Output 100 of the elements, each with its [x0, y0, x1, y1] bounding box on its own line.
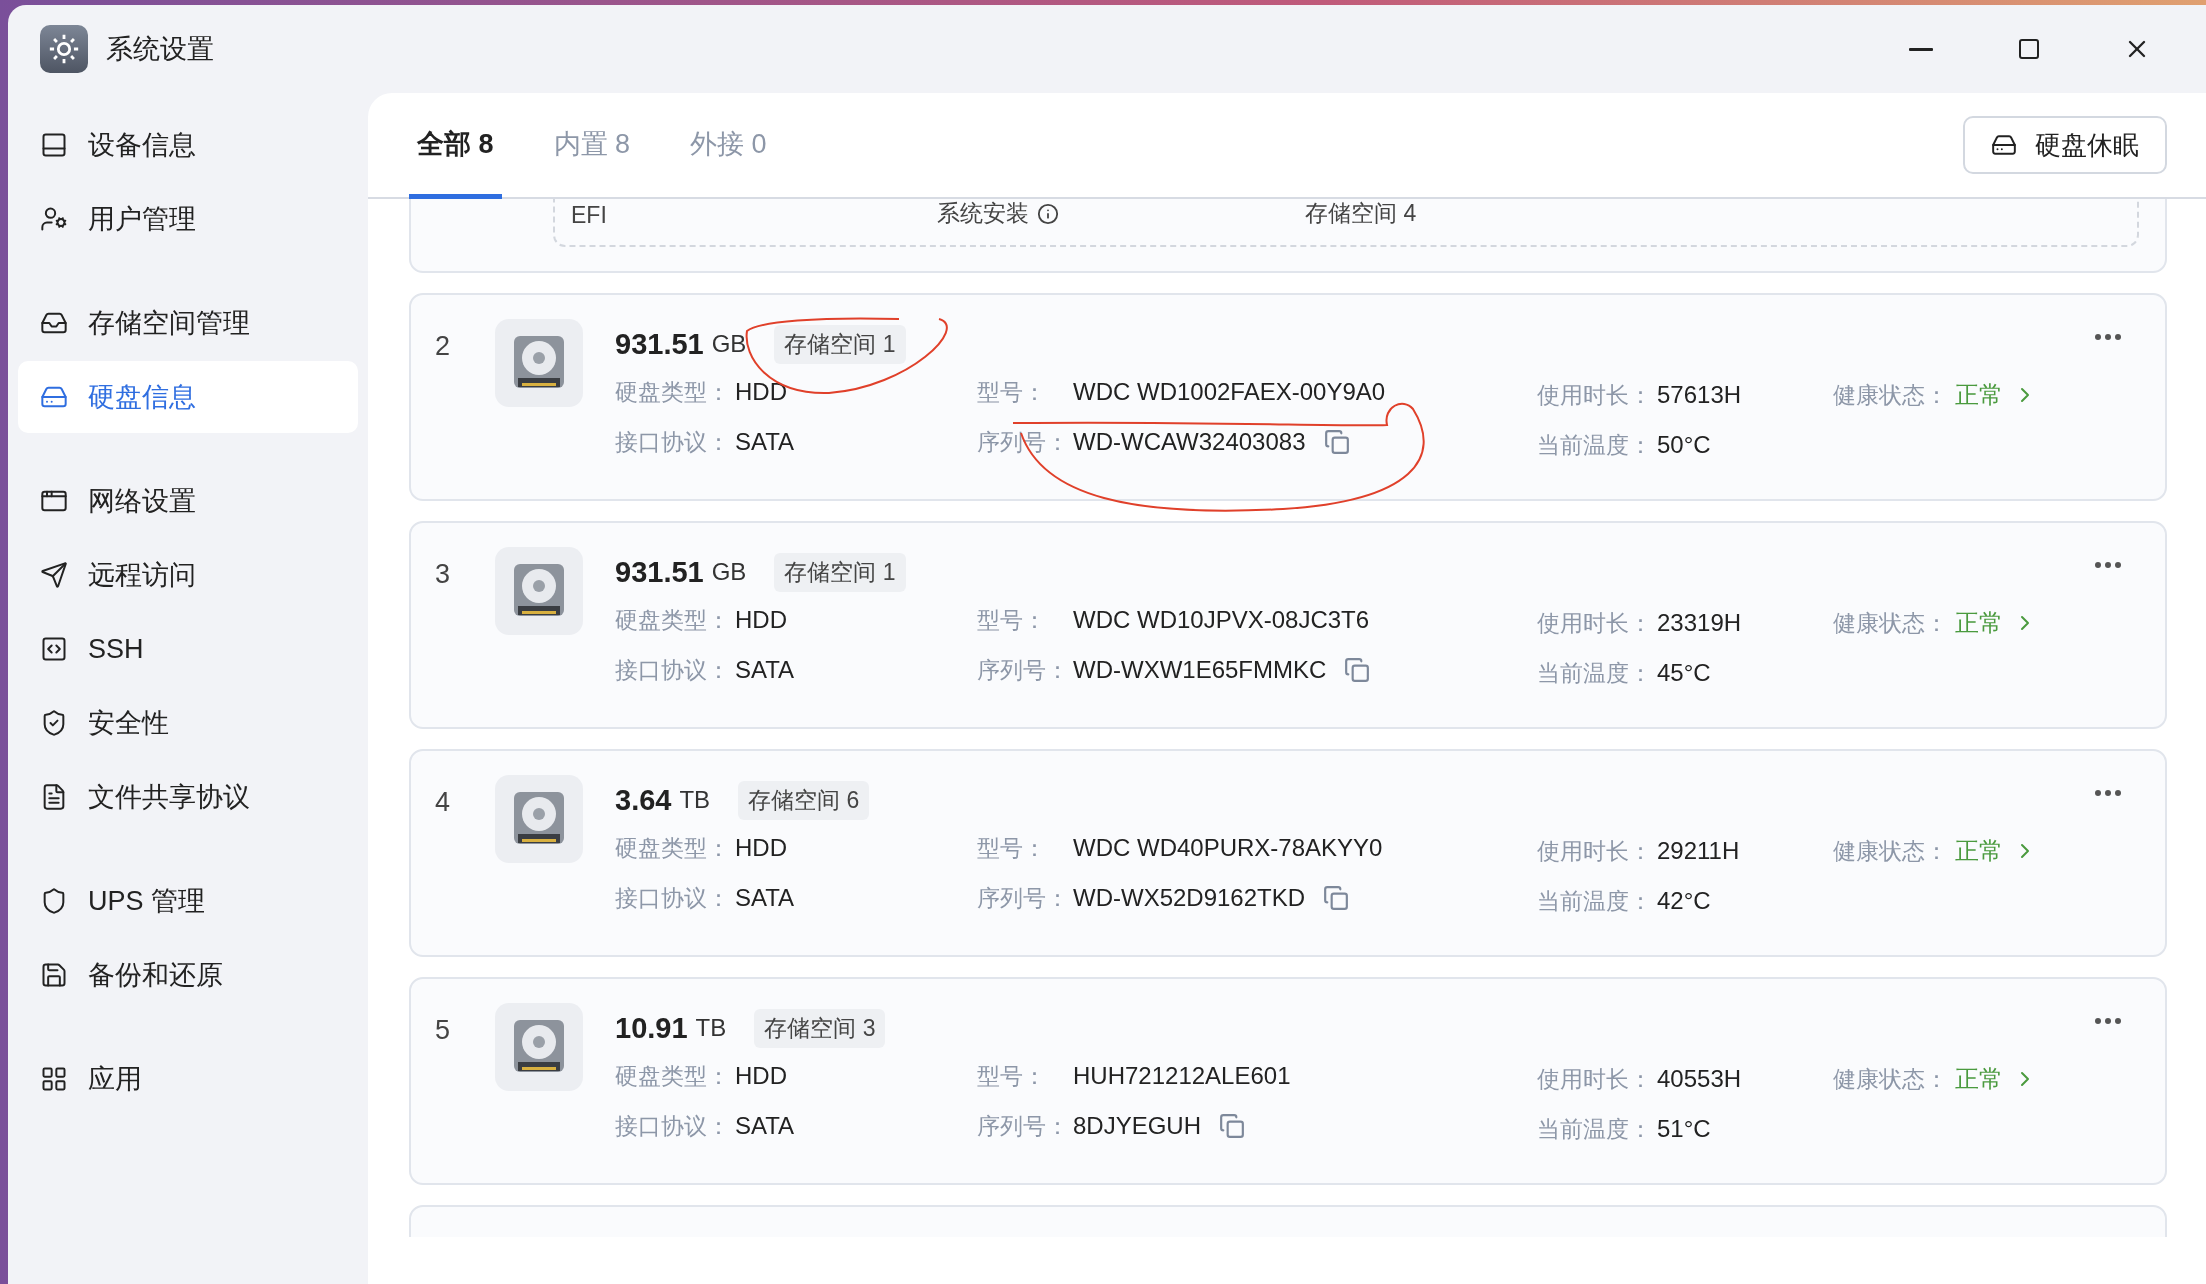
sidebar-item[interactable]: UPS 管理	[18, 865, 358, 937]
health-status: 正常	[1955, 1064, 2003, 1094]
field-value: HUH721212ALE601	[1073, 1062, 1291, 1090]
partition-label: 存储空间 4	[1305, 199, 1418, 228]
field-value: WDC WD1002FAEX-00Y9A0	[1073, 378, 1386, 406]
field-value: WD-WCAW32403083	[1073, 428, 1306, 456]
window-title: 系统设置	[106, 33, 215, 66]
field-label: 序列号：	[977, 883, 1070, 913]
copy-button[interactable]	[1344, 657, 1371, 683]
field-value: 42°C	[1657, 887, 1711, 915]
field-value: 57613H	[1657, 381, 1742, 409]
disk-number: 2	[435, 330, 452, 363]
field-label: 型号：	[977, 377, 1047, 407]
field-label: 硬盘类型：	[615, 377, 731, 407]
field-label: 型号：	[977, 605, 1047, 635]
sidebar-item[interactable]: SSH	[18, 613, 358, 685]
sidebar-item[interactable]: 应用	[18, 1043, 358, 1115]
copy-icon	[1323, 429, 1350, 455]
disk-size: 931.51	[615, 555, 704, 589]
field-label: 接口协议：	[615, 1111, 731, 1141]
field-value: HDD	[735, 834, 787, 862]
sidebar-item[interactable]: 远程访问	[18, 539, 358, 611]
field-value: SATA	[735, 428, 795, 456]
sidebar-item[interactable]: 用户管理	[18, 183, 358, 255]
minimize-icon	[1909, 47, 1933, 51]
field-label: 健康状态：	[1833, 836, 1949, 866]
field-label: 使用时长：	[1537, 836, 1653, 866]
field-label: 接口协议：	[615, 427, 731, 457]
hard-drive-icon	[1991, 132, 2017, 158]
field-label: 使用时长：	[1537, 608, 1653, 638]
grid-icon	[40, 1065, 68, 1093]
field-label: 序列号：	[977, 655, 1070, 685]
disk-size: 3.64	[615, 783, 672, 817]
field-label: 当前温度：	[1537, 886, 1653, 916]
user-gear-icon	[40, 205, 68, 233]
settings-app-icon	[40, 25, 88, 73]
copy-button[interactable]	[1323, 885, 1350, 911]
field-label: 型号：	[977, 1061, 1047, 1091]
field-value: SATA	[735, 656, 795, 684]
disk-number: 3	[435, 558, 452, 591]
field-value: WD-WX52D9162TKD	[1073, 884, 1306, 912]
storage-pool-tag: 存储空间 6	[738, 780, 870, 820]
sidebar-item[interactable]: 网络设置	[18, 465, 358, 537]
field-label: 当前温度：	[1537, 658, 1653, 688]
field-value: 23319H	[1657, 609, 1742, 637]
field-value: SATA	[735, 884, 795, 912]
save-icon	[40, 961, 68, 989]
field-label: 接口协议：	[615, 883, 731, 913]
disk-sleep-button[interactable]: 硬盘休眠	[1963, 116, 2167, 174]
field-value: HDD	[735, 1062, 787, 1090]
copy-icon	[1344, 657, 1371, 683]
field-value: 8DJYEGUH	[1073, 1112, 1202, 1140]
more-icon	[2095, 790, 2121, 796]
health-status: 正常	[1955, 380, 2003, 410]
field-label: 型号：	[977, 833, 1047, 863]
maximize-icon	[2017, 37, 2041, 61]
size-unit: TB	[695, 1014, 727, 1042]
field-label: 接口协议：	[615, 655, 731, 685]
disk-number: 5	[435, 1014, 452, 1047]
sidebar-item[interactable]: 存储空间管理	[18, 287, 358, 359]
disk-size: 10.91	[615, 1011, 688, 1045]
size-unit: TB	[679, 786, 711, 814]
sidebar-item[interactable]: 备份和还原	[18, 939, 358, 1011]
copy-button[interactable]	[1219, 1113, 1246, 1139]
size-unit: GB	[711, 558, 747, 586]
health-status: 正常	[1955, 608, 2003, 638]
field-label: 硬盘类型：	[615, 605, 731, 635]
sidebar-item[interactable]: 硬盘信息	[18, 361, 358, 433]
field-value: HDD	[735, 606, 787, 634]
sidebar-item[interactable]: 文件共享协议	[18, 761, 358, 833]
paper-plane-icon	[40, 561, 68, 589]
field-value: WDC WD40PURX-78AKYY0	[1073, 834, 1383, 862]
field-label: 当前温度：	[1537, 1114, 1653, 1144]
sidebar-item[interactable]: 设备信息	[18, 109, 358, 181]
field-label: 硬盘类型：	[615, 1061, 731, 1091]
field-value: 51°C	[1657, 1115, 1711, 1143]
copy-icon	[1219, 1113, 1246, 1139]
more-icon	[2095, 562, 2121, 568]
storage-pool-tag: 存储空间 1	[774, 552, 906, 592]
field-value: WDC WD10JPVX-08JC3T6	[1073, 606, 1370, 634]
field-label: 硬盘类型：	[615, 833, 731, 863]
field-value: SATA	[735, 1112, 795, 1140]
field-label: 序列号：	[977, 1111, 1070, 1141]
field-value: HDD	[735, 378, 787, 406]
copy-button[interactable]	[1323, 429, 1350, 455]
storage-pool-tag: 存储空间 3	[754, 1008, 886, 1048]
disk-size: 931.51	[615, 327, 704, 361]
disk-number: 4	[435, 786, 452, 819]
field-value: 40553H	[1657, 1065, 1742, 1093]
size-unit: GB	[711, 330, 747, 358]
field-label: 健康状态：	[1833, 608, 1949, 638]
field-label: 使用时长：	[1537, 380, 1653, 410]
more-icon	[2095, 1018, 2121, 1024]
partition-label: EFI	[571, 202, 608, 229]
sidebar-item[interactable]: 安全性	[18, 687, 358, 759]
drive-panel-icon	[40, 131, 68, 159]
field-value: WD-WXW1E65FMMKC	[1073, 656, 1327, 684]
field-label: 健康状态：	[1833, 380, 1949, 410]
copy-icon	[1323, 885, 1350, 911]
health-status: 正常	[1955, 836, 2003, 866]
